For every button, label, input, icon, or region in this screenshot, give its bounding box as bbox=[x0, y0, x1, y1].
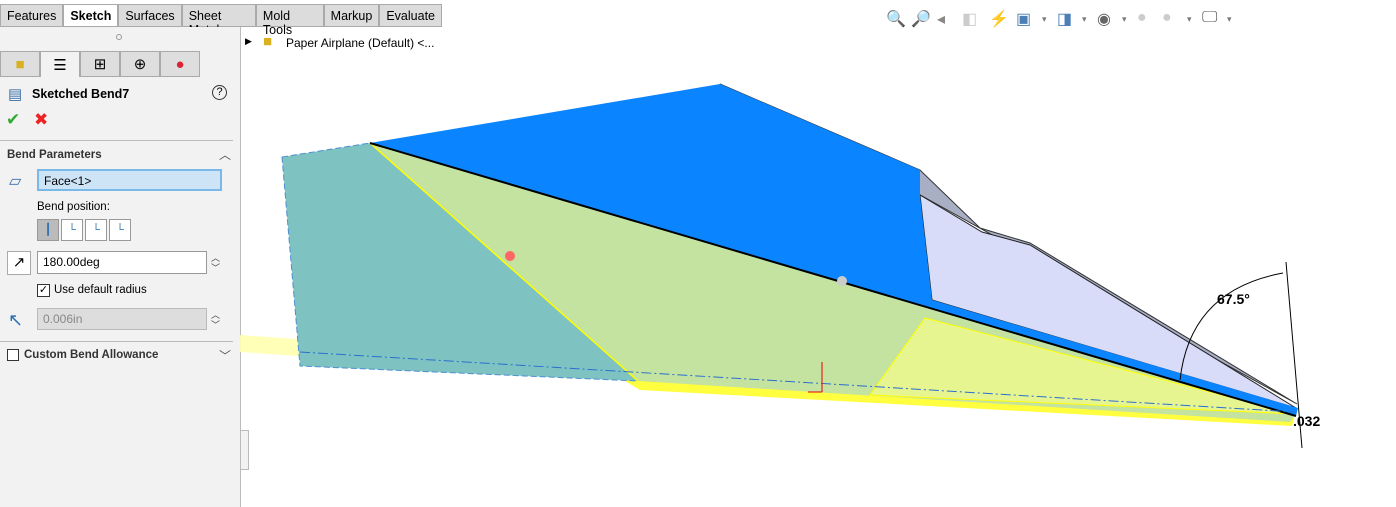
thickness-dimension[interactable]: .032 bbox=[1293, 413, 1320, 429]
angle-dimension[interactable]: 67.5° bbox=[1217, 291, 1250, 307]
handle-grey bbox=[837, 276, 847, 286]
graphics-area[interactable]: 67.5° .032 bbox=[0, 0, 1396, 507]
handle-red bbox=[505, 251, 515, 261]
